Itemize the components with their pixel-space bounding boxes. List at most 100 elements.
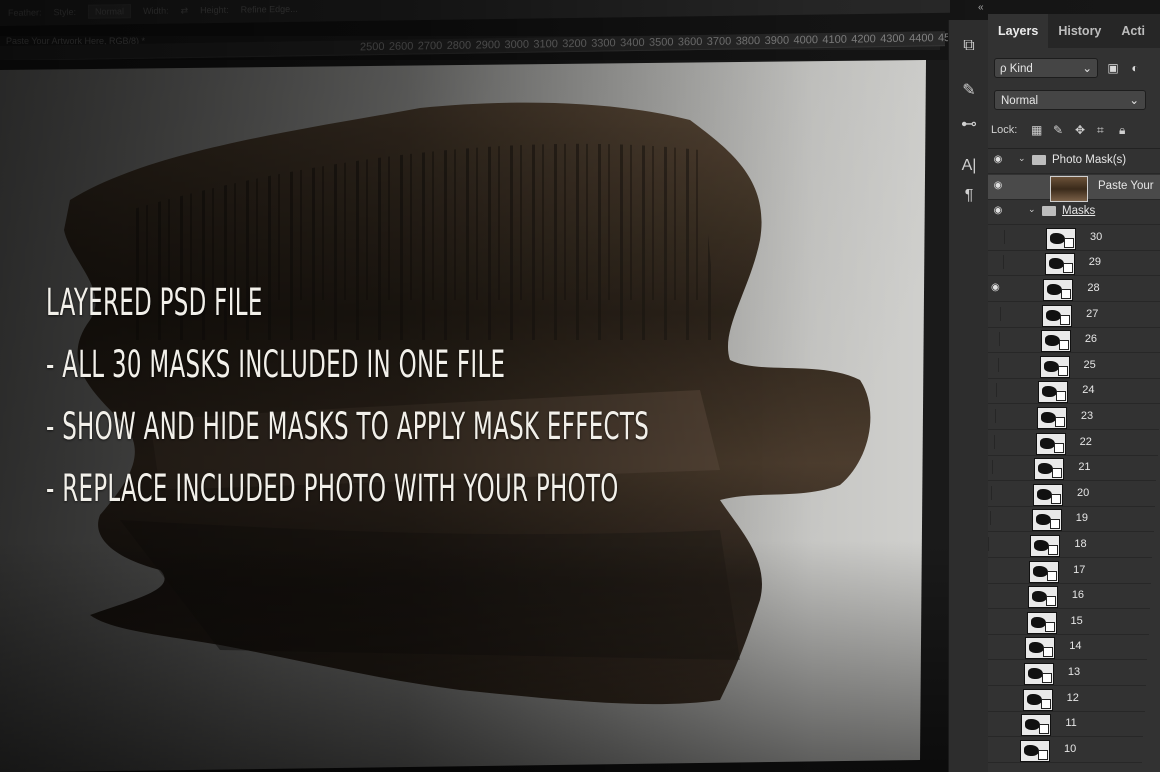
mask-shape: [1039, 437, 1055, 449]
mask-thumbnail: [1025, 637, 1056, 660]
visibility-toggle[interactable]: [988, 306, 1002, 321]
layer-row[interactable]: ◉ 28: [988, 277, 1160, 302]
layer-name: 24: [1082, 384, 1095, 397]
ruler-label: 3600: [677, 35, 703, 49]
eye-icon[interactable]: ◉: [991, 154, 1005, 166]
smart-object-badge: [1056, 391, 1067, 402]
layer-name: 11: [1065, 717, 1077, 730]
ruler-label: 3100: [533, 38, 558, 51]
mask-shape: [1048, 258, 1064, 270]
visibility-toggle[interactable]: [988, 434, 995, 449]
visibility-toggle[interactable]: [988, 409, 996, 423]
layer-row[interactable]: 25: [988, 354, 1160, 379]
layer-row[interactable]: 13: [988, 661, 1146, 686]
lock-all-icon[interactable]: 🔒︎: [1119, 120, 1125, 140]
tab-actions[interactable]: Acti: [1111, 14, 1155, 48]
smart-object-badge: [1049, 519, 1060, 530]
ruler-label: 3900: [764, 34, 790, 47]
mask-thumbnail: [1039, 355, 1070, 378]
mask-thumbnail: [1034, 458, 1065, 481]
refine-edge-button[interactable]: Refine Edge...: [241, 4, 298, 15]
image-filter-icon[interactable]: ▣: [1104, 59, 1122, 77]
blend-mode-select[interactable]: Normal ⌄: [994, 90, 1146, 110]
smart-object-badge: [1043, 647, 1054, 658]
layer-name: 22: [1079, 435, 1092, 448]
visibility-toggle[interactable]: [988, 383, 998, 398]
layer-row[interactable]: 24: [988, 379, 1160, 405]
swap-icon[interactable]: ⧉: [957, 34, 981, 58]
height-label: Height:: [200, 4, 229, 16]
layer-row[interactable]: 30: [988, 226, 1160, 251]
visibility-toggle[interactable]: [989, 255, 1004, 270]
layers-list: ◉ ⌄ Photo Mask(s) ◉ Paste Your ◉ ⌄ Masks 30 29 ◉ 28…: [988, 148, 1160, 772]
mask-thumbnail: [1027, 586, 1058, 609]
filter-kind-select[interactable]: ρ Kind ⌄: [994, 58, 1098, 78]
smart-object-badge: [1064, 237, 1074, 248]
smart-object-badge: [1040, 698, 1051, 709]
eye-icon[interactable]: ◉: [991, 205, 1005, 217]
layer-row[interactable]: 22: [988, 431, 1158, 456]
layer-row[interactable]: 17: [988, 559, 1152, 584]
mask-thumbnail: [1046, 227, 1076, 250]
ruler-label: 3000: [504, 38, 529, 52]
blend-mode-label: Normal: [1001, 95, 1039, 107]
mask-thumbnail: [1038, 381, 1069, 404]
visibility-toggle[interactable]: [988, 511, 991, 526]
chevron-down-icon: ⌄: [1129, 95, 1139, 107]
layer-row[interactable]: 12: [988, 687, 1145, 712]
visibility-toggle[interactable]: [988, 485, 992, 500]
visibility-toggle[interactable]: [990, 229, 1005, 244]
lock-row: Lock: ▦ ✎ ✥ ⌗ 🔒︎: [991, 120, 1160, 140]
mask-shape: [1031, 591, 1047, 603]
layer-group-row[interactable]: ◉ ⌄ Masks: [988, 200, 1160, 226]
tab-history[interactable]: History: [1048, 14, 1111, 48]
layer-name: 20: [1077, 486, 1090, 499]
layer-group-row[interactable]: ◉ ⌄ Photo Mask(s): [988, 149, 1160, 174]
layer-row[interactable]: 18: [988, 533, 1153, 558]
headline-line-masks: - ALL 30 MASKS INCLUDED IN ONE FILE: [46, 343, 506, 386]
ruler-label: 2600: [388, 40, 414, 53]
mask-shape: [1024, 744, 1039, 756]
visibility-toggle[interactable]: [988, 537, 990, 551]
layer-row[interactable]: 15: [988, 610, 1149, 635]
layer-row[interactable]: 27: [988, 303, 1160, 328]
brush-preset-icon[interactable]: ✎: [957, 78, 981, 102]
lock-artboard-icon[interactable]: ⌗: [1097, 120, 1104, 140]
paragraph-icon[interactable]: ¶: [957, 184, 981, 208]
lock-pixels-icon[interactable]: ✎: [1053, 120, 1063, 140]
smart-object-badge: [1044, 621, 1055, 632]
layer-row[interactable]: ◉ Paste Your: [988, 174, 1160, 202]
visibility-toggle[interactable]: [988, 357, 999, 372]
layer-row[interactable]: 23: [988, 405, 1159, 430]
layer-row[interactable]: 16: [988, 584, 1150, 610]
layer-row[interactable]: 19: [988, 507, 1154, 533]
adjustment-filter-icon[interactable]: ◐: [1126, 59, 1144, 77]
eye-icon[interactable]: ◉: [988, 282, 1002, 294]
layer-row[interactable]: 29: [988, 251, 1160, 277]
lock-position-icon[interactable]: ✥: [1075, 120, 1085, 140]
layer-name: 26: [1084, 333, 1098, 346]
tab-layers[interactable]: Layers: [988, 14, 1049, 48]
collapse-panels-icon[interactable]: «: [978, 2, 984, 13]
style-select[interactable]: Normal: [88, 4, 132, 19]
visibility-toggle[interactable]: [988, 460, 994, 475]
chevron-down-icon[interactable]: ⌄: [1028, 204, 1036, 215]
layer-row[interactable]: 20: [988, 482, 1155, 507]
visibility-toggle[interactable]: [988, 332, 1000, 347]
adjust-icon[interactable]: ⊷: [957, 112, 981, 136]
chevron-down-icon[interactable]: ⌄: [1018, 153, 1026, 164]
layer-row[interactable]: 11: [988, 712, 1144, 738]
feather-label: Feather:: [8, 7, 42, 18]
eye-icon[interactable]: ◉: [991, 180, 1005, 192]
character-icon[interactable]: A|: [957, 154, 981, 178]
lock-transparency-icon[interactable]: ▦: [1031, 120, 1042, 140]
width-label: Width:: [143, 5, 169, 17]
layer-name: Paste Your: [1098, 179, 1154, 192]
smart-object-badge: [1038, 749, 1048, 760]
layer-row[interactable]: 26: [988, 328, 1160, 354]
swap-dimensions-icon[interactable]: ⇄: [181, 5, 189, 16]
layer-row[interactable]: 14: [988, 635, 1148, 661]
mask-thumbnail: [1022, 688, 1053, 711]
layer-row[interactable]: 10: [988, 738, 1142, 763]
layer-row[interactable]: 21: [988, 456, 1157, 482]
